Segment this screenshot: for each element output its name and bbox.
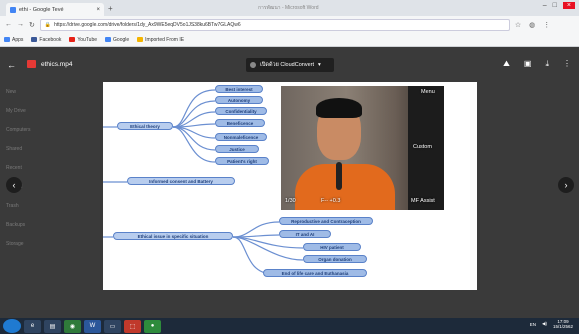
mindmap-node: Best interest [215,85,263,93]
mindmap-node: Patient's right [215,157,269,165]
tab-title: ethi - Google Tevé [19,6,64,13]
presenter-hair [316,98,362,118]
file-name-group: ethics.mp4 [27,60,72,68]
close-tab-icon[interactable]: × [96,7,100,13]
camera-menu-label: Menu [421,89,435,95]
folder-icon [137,37,144,42]
bookmark-imported[interactable]: Imported From IE [137,37,184,43]
sidebar-item: New [6,89,17,95]
maximize-icon[interactable]: □ [553,2,557,9]
video-file-icon [27,60,36,68]
apps-icon [4,37,10,42]
ie-icon[interactable]: e [24,319,41,333]
dimmed-sidebar: New My Drive Computers Shared Recent Sta… [6,90,30,261]
camera-custom-label: Custom [413,144,432,150]
mindmap-node: Justice [215,145,259,153]
next-file-button[interactable]: › [558,177,574,193]
drive-viewer-header: ← ethics.mp4 เปิดด้วย CloudConvert ▾ ⛰ ▣… [0,47,579,82]
language-indicator[interactable]: EN [530,322,536,327]
address-bar-row: ← → ↻ 🔒 https://drive.google.com/drive/f… [0,16,579,33]
extension-icon[interactable]: ◍ [529,21,535,29]
reload-icon[interactable]: ↻ [29,21,35,29]
lock-icon: 🔒 [44,21,52,28]
explorer-icon[interactable]: ▤ [44,319,61,333]
open-with-button[interactable]: เปิดด้วย CloudConvert ▾ [246,58,334,72]
close-window-icon[interactable]: × [562,2,575,9]
mindmap-node: Organ donation [303,255,367,263]
camera-counter: 1/30 [285,198,296,204]
window-title: การพัฒนา - Microsoft Word [258,5,319,11]
mindmap-node: Autonomy [215,96,263,104]
microphone-icon [336,162,342,190]
browser-tab-strip: ethi - Google Tevé × + การพัฒนา - Micros… [0,0,579,16]
mindmap-node: HIV patient [303,243,361,251]
windows-taskbar: e ▤ ◉ W ▭ ⬚ ● [0,318,579,334]
sidebar-item: Trash [6,203,19,209]
file-name: ethics.mp4 [41,60,73,68]
bookmark-youtube[interactable]: YouTube [69,37,97,43]
line-app-icon[interactable]: ● [144,319,161,333]
previous-file-button[interactable]: ‹ [6,177,22,193]
star-icon[interactable]: ☆ [515,21,521,29]
mindmap-node-ethical-theory: Ethical theory [117,122,173,130]
clock[interactable]: 17:09 15/1/2562 [553,319,573,330]
sidebar-item: Computers [6,127,31,133]
chevron-down-icon: ▾ [317,62,321,68]
add-to-drive-icon[interactable]: ⛰ [503,59,510,69]
facebook-icon [31,37,38,42]
url-text: https://drive.google.com/drive/folders/1… [54,21,241,28]
camera-exposure: F-- +0.3 [321,198,341,204]
notes-icon[interactable]: ▭ [104,319,121,333]
sidebar-item: Recent [6,165,22,171]
camera-video-overlay: Menu Custom 1/30 F-- +0.3 MF Assist [281,86,444,210]
sidebar-item: Shared [6,146,23,152]
sidebar-item: My Drive [6,108,26,114]
chrome-icon[interactable]: ◉ [64,319,81,333]
window-controls: – □ × [543,2,575,9]
mindmap-node: Nonmaleficence [215,133,267,141]
sidebar-item: Storage [6,241,24,247]
drive-favicon-icon [10,6,16,13]
extension-icons: ☆ ◍ ⋮ [515,21,550,29]
cloudconvert-icon [250,62,256,68]
mindmap-node: IT and AI [279,230,331,238]
bookmarks-bar: Apps Facebook YouTube Google Imported Fr… [0,33,579,47]
camera-mf-assist: MF Assist [411,198,435,204]
mindmap-node: End of life care and Euthanasia [263,269,367,277]
youtube-icon [69,37,76,42]
viewer-actions: ⛰ ▣ ⤓ ⋮ [503,59,571,69]
mindmap-node: Confidentiality [215,107,267,115]
new-tab-button[interactable]: + [108,4,113,13]
pdf-icon[interactable]: ⬚ [124,319,141,333]
start-button[interactable] [3,319,21,333]
minimize-icon[interactable]: – [543,2,547,9]
download-icon[interactable]: ⤓ [545,59,549,69]
mindmap-node: Beneficence [215,119,265,127]
word-icon[interactable]: W [84,319,101,333]
more-options-icon[interactable]: ⋮ [563,59,571,69]
url-input[interactable]: 🔒 https://drive.google.com/drive/folders… [39,18,510,31]
volume-icon[interactable]: ◀) [542,321,547,327]
presenter-shirt [295,164,395,210]
forward-arrow-icon[interactable]: → [17,21,24,28]
mindmap-node-ethical-issue: Ethical issue in specific situation [113,232,233,240]
back-arrow-icon[interactable]: ← [7,60,16,70]
bookmark-apps[interactable]: Apps [4,37,23,43]
browser-tab[interactable]: ethi - Google Tevé × [6,3,104,16]
mindmap-node-informed-consent: Informed consent and Battery [127,177,235,185]
back-arrow-icon[interactable]: ← [5,21,12,28]
comment-icon[interactable]: ▣ [524,59,532,69]
menu-dots-icon[interactable]: ⋮ [543,21,550,29]
sidebar-item: Backups [6,222,26,228]
bookmark-google[interactable]: Google [105,37,129,43]
mindmap-node: Reproductive and Contraception [279,217,373,225]
google-icon [105,37,112,42]
bookmark-facebook[interactable]: Facebook [31,37,61,43]
system-tray: EN ◀) 17:09 15/1/2562 [530,319,573,330]
